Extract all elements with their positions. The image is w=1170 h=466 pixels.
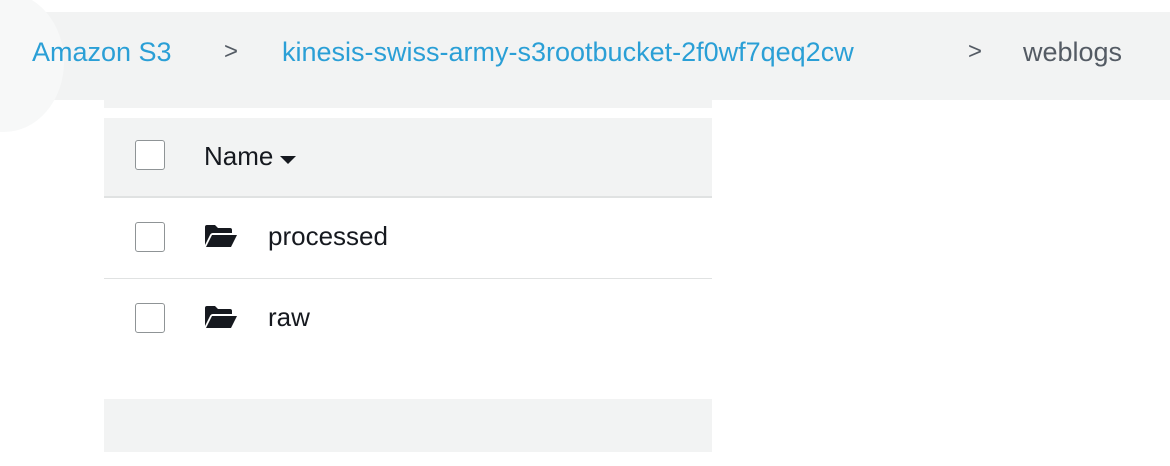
table-header-row: Name [104, 118, 712, 198]
breadcrumb-separator: > [968, 38, 983, 65]
table-row: processed [104, 198, 712, 279]
breadcrumb-bucket-link[interactable]: kinesis-swiss-army-s3rootbucket-2f0wf7qe… [282, 36, 854, 68]
breadcrumb: Amazon S3 > kinesis-swiss-army-s3rootbuc… [0, 0, 1170, 132]
row-checkbox[interactable] [135, 222, 165, 252]
row-checkbox[interactable] [135, 303, 165, 333]
folder-open-icon [204, 305, 238, 334]
select-all-checkbox[interactable] [135, 140, 165, 170]
caret-down-icon [279, 140, 297, 172]
table-footer [104, 399, 712, 452]
folder-open-icon [204, 224, 238, 253]
breadcrumb-root-link[interactable]: Amazon S3 [32, 36, 172, 68]
name-column-label: Name [204, 141, 274, 171]
folder-name-link[interactable]: processed [268, 220, 388, 252]
breadcrumb-separator: > [224, 38, 239, 65]
table-row: raw [104, 279, 712, 359]
folder-name-link[interactable]: raw [268, 301, 310, 333]
name-column-header[interactable]: Name [204, 140, 297, 172]
breadcrumb-current: weblogs [1023, 37, 1123, 67]
table-top-bar [104, 100, 712, 108]
